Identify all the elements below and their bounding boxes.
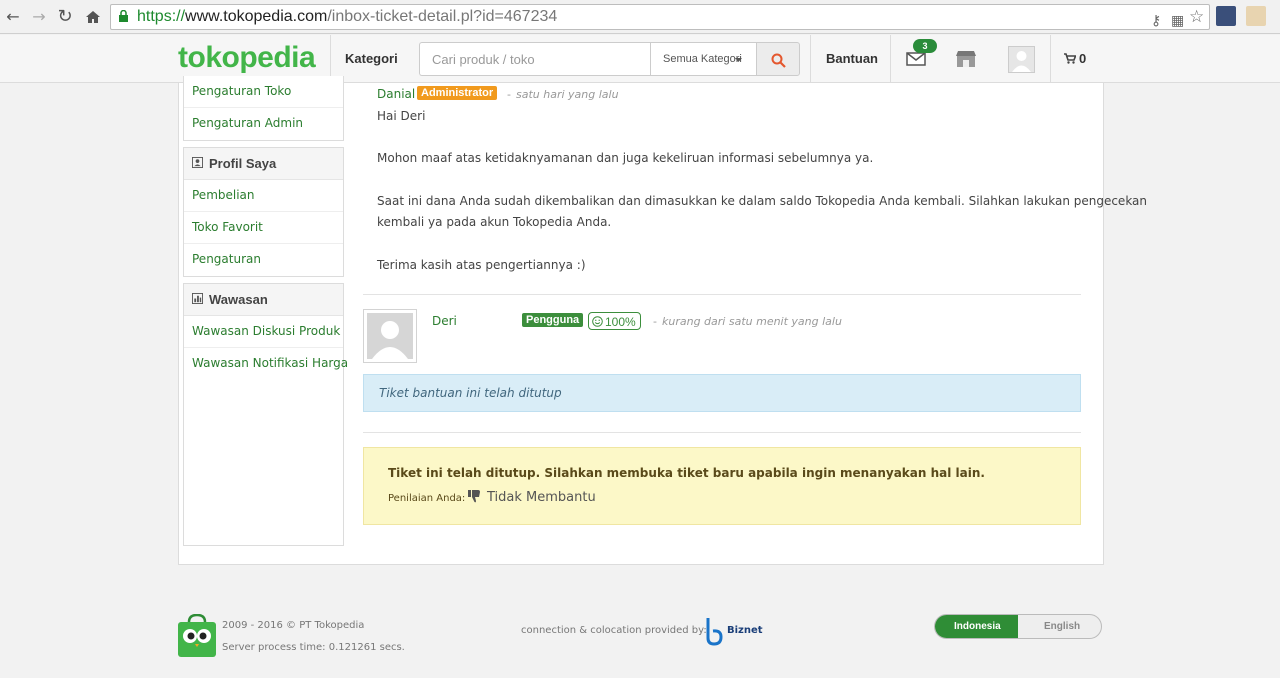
language-switcher: Indonesia English: [934, 614, 1102, 639]
kategori-link[interactable]: Kategori: [345, 51, 398, 66]
lang-indonesia-label[interactable]: Indonesia: [954, 621, 1001, 632]
sidebar-item-pengaturan-toko[interactable]: Pengaturan Toko: [184, 76, 343, 108]
sidebar-item-label: Pembelian: [192, 188, 255, 202]
sidebar-item-label: Wawasan Notifikasi Harga: [192, 356, 349, 370]
user-avatar-large[interactable]: [363, 309, 417, 363]
user-timestamp: kurang dari satu menit yang lalu: [662, 315, 842, 328]
url-text: https://www.tokopedia.com/inbox-ticket-d…: [137, 8, 557, 26]
search-input[interactable]: Cari produk / toko: [419, 42, 651, 76]
cart-icon[interactable]: [1064, 53, 1076, 64]
message-line: kembali ya pada akun Tokopedia Anda.: [377, 215, 612, 229]
inbox-count-badge: 3: [913, 39, 937, 53]
bantuan-link[interactable]: Bantuan: [826, 51, 878, 66]
ticket-closed-warning: Tiket ini telah ditutup. Silahkan membuk…: [363, 447, 1081, 525]
ticket-closed-warning-text: Tiket ini telah ditutup. Silahkan membuk…: [388, 466, 985, 480]
sidebar-item-label: Wawasan Diskusi Produk: [192, 324, 341, 338]
biznet-logo-icon: [706, 618, 723, 646]
profile-card-icon: [192, 157, 203, 168]
sidebar-filler: [183, 380, 344, 546]
rating-label: Penilaian Anda:: [388, 493, 466, 504]
home-icon[interactable]: [82, 6, 104, 28]
sidebar-item-pengaturan[interactable]: Pengaturan: [184, 244, 343, 276]
footer-connection-text: connection & colocation provided by:: [521, 625, 707, 636]
sidebar-item-toko-favorit[interactable]: Toko Favorit: [184, 212, 343, 244]
message-line: Mohon maaf atas ketidaknyamanan dan juga…: [377, 151, 874, 165]
admin-time-separator: -: [507, 88, 511, 101]
sidebar-profil-group: Profil Saya Pembelian Toko Favorit Penga…: [183, 147, 344, 277]
search-icon: [771, 53, 786, 68]
sidebar-wawasan-group: Wawasan Wawasan Diskusi Produk Wawasan N…: [183, 283, 348, 381]
divider: [363, 432, 1081, 433]
user-name-link[interactable]: Deri: [432, 314, 457, 328]
user-time-separator: -: [653, 315, 657, 328]
bar-chart-icon: [192, 293, 203, 304]
header-divider: [890, 35, 891, 83]
sidebar-item-label: Toko Favorit: [192, 220, 263, 234]
search-category-label: Semua Kategori: [663, 53, 742, 65]
sidebar-shop-group: Pengaturan Toko Pengaturan Admin: [183, 76, 344, 141]
lang-english-button[interactable]: English: [1044, 621, 1080, 632]
header-divider: [1050, 35, 1051, 83]
url-host: www.tokopedia.com: [185, 8, 328, 25]
caret-down-icon: [735, 58, 742, 62]
forward-icon[interactable]: →: [28, 6, 50, 28]
admin-name-link[interactable]: Danial: [377, 87, 415, 101]
sidebar-group-title: Wawasan: [209, 292, 268, 307]
url-path: /inbox-ticket-detail.pl?id=467234: [327, 8, 558, 25]
administrator-badge: Administrator: [417, 86, 498, 100]
shop-icon[interactable]: [955, 50, 977, 68]
thumbs-down-icon: [468, 490, 480, 503]
address-bar[interactable]: https://www.tokopedia.com/inbox-ticket-d…: [110, 4, 1210, 30]
sidebar-item-pembelian[interactable]: Pembelian: [184, 180, 343, 212]
user-avatar-placeholder-icon: [367, 313, 413, 359]
tokopedia-mascot-logo: [178, 614, 216, 657]
inbox-mail-icon[interactable]: [906, 51, 926, 67]
browser-toolbar: ← → ↻ https://www.tokopedia.com/inbox-ti…: [0, 0, 1280, 34]
sidebar-item-wawasan-diskusi[interactable]: Wawasan Diskusi Produk: [184, 316, 343, 348]
footer-server-time: Server process time: 0.121261 secs.: [222, 642, 405, 653]
back-icon[interactable]: ←: [2, 6, 24, 28]
sidebar-profil-header: Profil Saya: [184, 148, 343, 180]
sidebar-item-pengaturan-admin[interactable]: Pengaturan Admin: [184, 108, 343, 140]
search-placeholder: Cari produk / toko: [432, 52, 535, 67]
divider: [363, 294, 1081, 295]
translate-icon[interactable]: ▦: [1171, 13, 1184, 29]
extension-icon[interactable]: [1216, 6, 1236, 26]
tokopedia-logo[interactable]: tokopedia: [178, 41, 316, 75]
reputation-value: 100%: [605, 315, 636, 329]
reload-icon[interactable]: ↻: [54, 6, 76, 28]
smiley-icon: [592, 316, 603, 327]
footer-copyright: 2009 - 2016 © PT Tokopedia: [222, 620, 365, 631]
url-scheme: https://: [137, 8, 186, 25]
header-divider: [810, 35, 811, 83]
user-avatar-icon: [1012, 51, 1031, 72]
footer-provider: Biznet: [727, 625, 763, 636]
bookmark-star-icon[interactable]: ☆: [1189, 7, 1204, 27]
message-line: Saat ini dana Anda sudah dikembalikan da…: [377, 194, 1148, 208]
ticket-closed-info: Tiket bantuan ini telah ditutup: [363, 374, 1081, 412]
sidebar-item-label: Pengaturan Toko: [192, 84, 292, 98]
user-profile-icon[interactable]: [1246, 6, 1266, 26]
key-icon[interactable]: ⚷: [1151, 13, 1161, 29]
ticket-closed-info-text: Tiket bantuan ini telah ditutup: [379, 386, 562, 400]
message-line: Terima kasih atas pengertiannya :): [377, 258, 586, 272]
cart-count: 0: [1079, 51, 1087, 66]
sidebar-group-title: Profil Saya: [209, 156, 277, 171]
search-button[interactable]: [756, 42, 800, 76]
sidebar-wawasan-header: Wawasan: [184, 284, 343, 316]
sidebar-item-label: Pengaturan Admin: [192, 116, 304, 130]
lock-icon: [119, 10, 128, 22]
message-line: Hai Deri: [377, 109, 426, 123]
admin-timestamp: satu hari yang lalu: [516, 88, 619, 101]
user-avatar[interactable]: [1008, 46, 1035, 73]
sidebar-item-label: Pengaturan: [192, 252, 261, 266]
reputation-badge[interactable]: 100%: [588, 312, 641, 330]
pengguna-badge: Pengguna: [522, 313, 584, 327]
sidebar-item-wawasan-notifikasi[interactable]: Wawasan Notifikasi Harga: [184, 348, 348, 380]
search-category-dropdown[interactable]: Semua Kategori: [650, 42, 757, 76]
rating-value: Tidak Membantu: [487, 490, 596, 505]
